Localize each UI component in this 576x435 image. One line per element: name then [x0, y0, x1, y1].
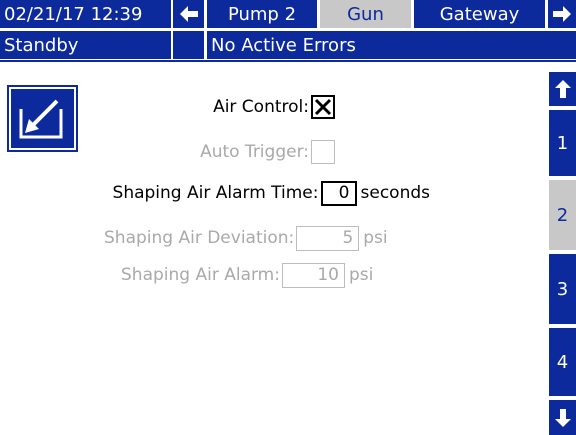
page-up-button[interactable]	[549, 72, 576, 106]
air-control-row: Air Control:	[213, 94, 335, 120]
edit-icon	[19, 99, 63, 139]
arrow-left-icon	[179, 6, 198, 22]
auto-trigger-checkbox[interactable]	[311, 140, 335, 164]
header-divider	[0, 60, 576, 62]
page-2-button[interactable]: 2	[549, 180, 576, 250]
edit-button[interactable]	[7, 85, 78, 152]
tab-gateway[interactable]: Gateway	[414, 0, 545, 28]
tab-left-arrow-button[interactable]	[173, 0, 204, 28]
alarm-input[interactable]: 10	[281, 262, 345, 288]
auto-trigger-label: Auto Trigger:	[200, 142, 309, 162]
alarm-unit: psi	[348, 265, 374, 285]
page-down-button[interactable]	[549, 400, 576, 435]
alarm-row: Shaping Air Alarm: 10 psi	[121, 262, 373, 288]
arrow-up-icon	[554, 80, 571, 98]
air-control-label: Air Control:	[213, 97, 309, 117]
page-3-button[interactable]: 3	[549, 254, 576, 324]
page-4-button[interactable]: 4	[549, 328, 576, 396]
datetime-display: 02/21/17 12:39	[0, 0, 171, 28]
arrow-down-icon	[554, 408, 571, 427]
status-errors: No Active Errors	[207, 31, 576, 59]
tab-right-arrow-button[interactable]	[548, 0, 576, 28]
tab-pump-2[interactable]: Pump 2	[207, 0, 317, 28]
status-indicator	[173, 31, 204, 59]
alarm-time-unit: seconds	[360, 183, 431, 203]
status-state: Standby	[0, 31, 171, 59]
tab-gun[interactable]: Gun	[320, 0, 411, 28]
deviation-unit: psi	[363, 228, 388, 248]
page-1-button[interactable]: 1	[549, 110, 576, 176]
alarm-time-input[interactable]: 0	[320, 180, 357, 206]
deviation-label: Shaping Air Deviation:	[104, 228, 295, 248]
alarm-time-row: Shaping Air Alarm Time: 0 seconds	[113, 180, 430, 206]
checkbox-x-icon	[314, 98, 332, 116]
deviation-input[interactable]: 5	[296, 225, 360, 251]
deviation-row: Shaping Air Deviation: 5 psi	[104, 225, 388, 251]
alarm-time-label: Shaping Air Alarm Time:	[112, 183, 319, 203]
auto-trigger-row: Auto Trigger:	[200, 139, 335, 165]
air-control-checkbox[interactable]	[311, 95, 335, 119]
alarm-label: Shaping Air Alarm:	[121, 265, 280, 285]
arrow-right-icon	[553, 6, 571, 22]
